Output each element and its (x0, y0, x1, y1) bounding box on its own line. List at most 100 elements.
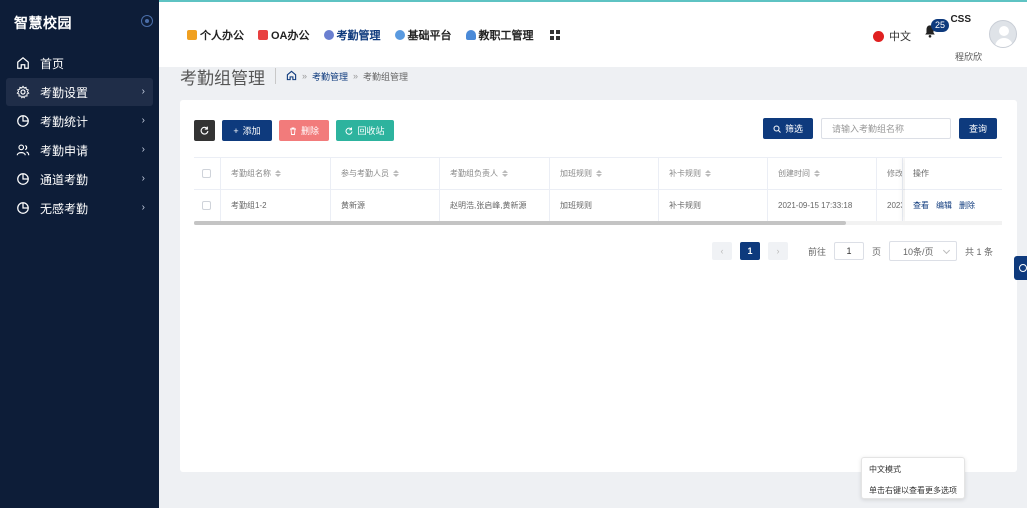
chevron-right-icon: › (141, 173, 145, 184)
column-header[interactable]: 补卡规则 (659, 158, 768, 189)
prev-page-button[interactable]: ‹ (711, 242, 732, 260)
trash-icon (289, 127, 296, 135)
cell-name: 考勤组1-2 (221, 190, 331, 221)
flag-icon (873, 30, 884, 42)
pie-chart-icon (16, 201, 30, 215)
search-area: 筛选 请输入考勤组名称 查询 (763, 118, 997, 139)
sort-icon[interactable] (502, 170, 508, 177)
sidebar-item-label: 考勤统计 (40, 114, 89, 129)
sidebar-item-channel-attendance[interactable]: 通道考勤 › (6, 165, 153, 193)
chevron-right-icon: › (141, 144, 145, 155)
collapse-toggle-icon[interactable] (141, 15, 153, 27)
gear-icon (16, 85, 30, 99)
sidebar-item-home[interactable]: 首页 (6, 49, 153, 77)
users-icon (16, 143, 30, 157)
chevron-right-icon: › (141, 202, 145, 213)
recycle-bin-button[interactable]: 回收站 (336, 120, 394, 141)
row-select-cell (194, 190, 221, 221)
chevron-right-icon: › (141, 86, 145, 97)
nav-label: 考勤管理 (336, 30, 381, 42)
ime-context-popup: 中文模式 单击右键以查看更多选项 (861, 457, 965, 499)
nav-label: 教职工管理 (478, 30, 534, 42)
home-icon[interactable] (286, 70, 297, 83)
sort-icon[interactable] (275, 170, 281, 177)
sidebar-item-label: 考勤设置 (40, 85, 89, 100)
row-actions: 查看 编辑 删除 (905, 190, 1002, 222)
table-row: 考勤组1-2 黄新源 赵明浩,张启峰,黄新源 加班规则 补卡规则 2021-09… (194, 190, 1002, 222)
cell-makeup-rule: 补卡规则 (659, 190, 768, 221)
breadcrumb: » 考勤管理 » 考勤组管理 (286, 70, 408, 83)
avatar[interactable] (989, 20, 1017, 48)
refresh-button[interactable] (194, 120, 215, 141)
css-tag: CSS (950, 14, 971, 25)
sidebar-item-label: 首页 (40, 56, 65, 71)
column-header[interactable]: 参与考勤人员 (331, 158, 440, 189)
language-label: 中文 (889, 31, 911, 43)
breadcrumb-separator: » (353, 71, 359, 81)
add-button[interactable]: + 添加 (222, 120, 272, 141)
column-header[interactable]: 修改时 (877, 158, 903, 189)
nav-attendance-management[interactable]: 考勤管理 (323, 27, 381, 43)
sidebar-item-attendance-settings[interactable]: 考勤设置 › (6, 78, 153, 106)
nav-label: 基础平台 (407, 30, 452, 42)
column-header[interactable]: 考勤组负责人 (440, 158, 550, 189)
cell-created-time: 2021-09-15 17:33:18 (768, 190, 877, 221)
column-header[interactable]: 考勤组名称 (221, 158, 331, 189)
nav-oa-office[interactable]: OA办公 (258, 27, 310, 43)
brand-title: 智慧校园 (14, 15, 72, 31)
horizontal-scrollbar[interactable] (194, 221, 1002, 225)
select-all-checkbox[interactable] (202, 169, 211, 178)
page-size-select[interactable]: 10条/页 (888, 241, 957, 261)
scrollbar-thumb[interactable] (194, 221, 846, 225)
people-icon (465, 30, 476, 40)
nav-basic-platform[interactable]: 基础平台 (394, 27, 452, 43)
popup-line-hint: 单击右键以查看更多选项 (869, 486, 957, 495)
column-header-actions: 操作 (905, 158, 1002, 190)
sort-icon[interactable] (596, 170, 602, 177)
sidebar-item-label: 考勤申请 (40, 143, 89, 158)
filter-label: 筛选 (784, 124, 803, 134)
view-link[interactable]: 查看 (913, 200, 929, 211)
goto-label: 前往 (807, 246, 826, 257)
goto-page-input[interactable]: 1 (833, 242, 864, 260)
top-bar: 个人办公 OA办公 考勤管理 基础平台 教职工管理 中文 25 CSS 程欣欣 (159, 0, 1027, 67)
nav-label: 个人办公 (200, 30, 244, 42)
table-header-row: 考勤组名称 参与考勤人员 考勤组负责人 加班规则 补卡规则 创建时间 修改时 (194, 158, 1002, 190)
search-input[interactable]: 请输入考勤组名称 (821, 118, 951, 139)
top-nav: 个人办公 OA办公 考勤管理 基础平台 教职工管理 (187, 27, 560, 43)
plus-icon: + (233, 125, 239, 136)
cell-leaders: 赵明浩,张启峰,黄新源 (440, 190, 550, 221)
row-checkbox[interactable] (202, 201, 211, 210)
recycle-icon (346, 127, 353, 135)
language-switch[interactable]: 中文 (873, 28, 911, 44)
edit-link[interactable]: 编辑 (936, 200, 952, 211)
header-select-cell (194, 158, 221, 189)
delete-link[interactable]: 删除 (959, 200, 975, 211)
breadcrumb-item[interactable]: 考勤管理 (312, 70, 348, 83)
sort-icon[interactable] (814, 170, 820, 177)
sidebar-item-label: 通道考勤 (40, 172, 89, 187)
breadcrumb-separator: » (302, 71, 308, 81)
sidebar-item-attendance-request[interactable]: 考勤申请 › (6, 136, 153, 164)
sidebar: 智慧校园 首页 考勤设置 › 考勤统计 › 考勤申请 › 通道考勤 › 无感考勤… (0, 0, 159, 508)
next-page-button[interactable]: › (767, 242, 788, 260)
filter-button[interactable]: 筛选 (763, 118, 813, 139)
sidebar-item-attendance-stats[interactable]: 考勤统计 › (6, 107, 153, 135)
settings-float-tab[interactable] (1014, 256, 1027, 280)
sort-icon[interactable] (705, 170, 711, 177)
apps-grid-icon[interactable] (549, 30, 560, 40)
column-header[interactable]: 创建时间 (768, 158, 877, 189)
column-header[interactable]: 加班规则 (550, 158, 659, 189)
page-number-current[interactable]: 1 (739, 242, 760, 260)
nav-staff-management[interactable]: 教职工管理 (465, 27, 534, 43)
query-button[interactable]: 查询 (959, 118, 997, 139)
top-right-area: 中文 25 CSS 程欣欣 (817, 14, 1017, 62)
attendance-group-table: 考勤组名称 参与考勤人员 考勤组负责人 加班规则 补卡规则 创建时间 修改时 考… (194, 157, 1002, 227)
sidebar-item-sensorless-attendance[interactable]: 无感考勤 › (6, 194, 153, 222)
delete-button[interactable]: 删除 (279, 120, 329, 141)
nav-personal-office[interactable]: 个人办公 (187, 27, 244, 43)
cell-overtime-rule: 加班规则 (550, 190, 659, 221)
delete-label: 删除 (300, 126, 319, 136)
sort-icon[interactable] (393, 170, 399, 177)
breadcrumb-item-current: 考勤组管理 (363, 71, 409, 82)
